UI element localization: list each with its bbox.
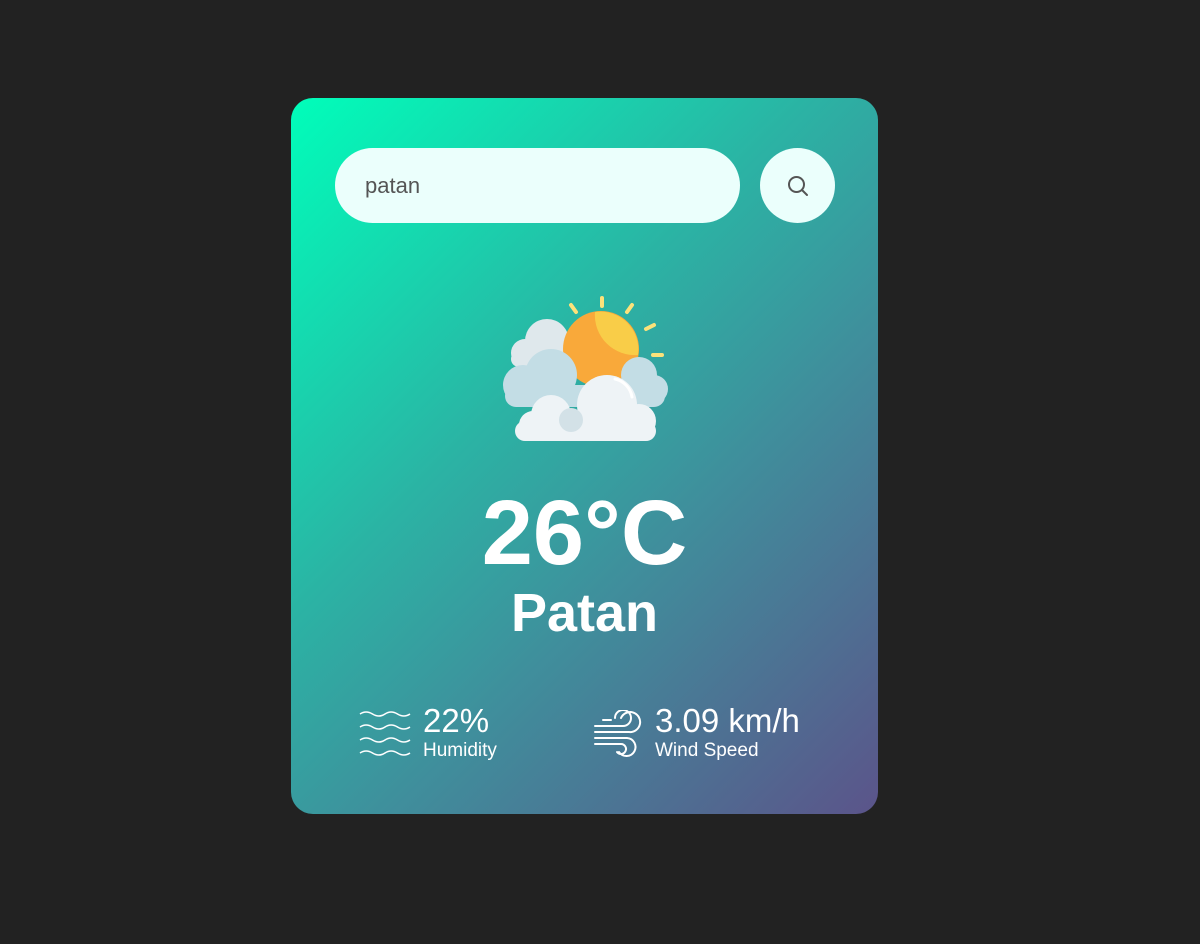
wind-block: 3.09 km/h Wind Speed — [593, 702, 800, 762]
humidity-block: 22% Humidity — [359, 702, 497, 762]
wind-icon — [594, 710, 642, 757]
search-button[interactable] — [760, 148, 835, 223]
wind-value: 3.09 km/h — [655, 702, 800, 739]
search-icon — [787, 175, 808, 196]
city-name: Patan — [510, 583, 659, 643]
humidity-label: Humidity — [423, 740, 497, 761]
wind-label: Wind Speed — [655, 740, 759, 761]
search-bar — [335, 148, 835, 223]
humidity-value: 22% — [423, 702, 490, 739]
humidity-icon — [359, 711, 411, 756]
weather-card: 26°C Patan 22% Humidity — [291, 98, 878, 814]
search-input[interactable] — [335, 148, 740, 223]
partly-cloudy-icon — [503, 296, 668, 441]
temperature: 26°C — [481, 482, 688, 584]
weather-details: 22% Humidity 3.09 km/h Wind Speed — [291, 702, 878, 772]
